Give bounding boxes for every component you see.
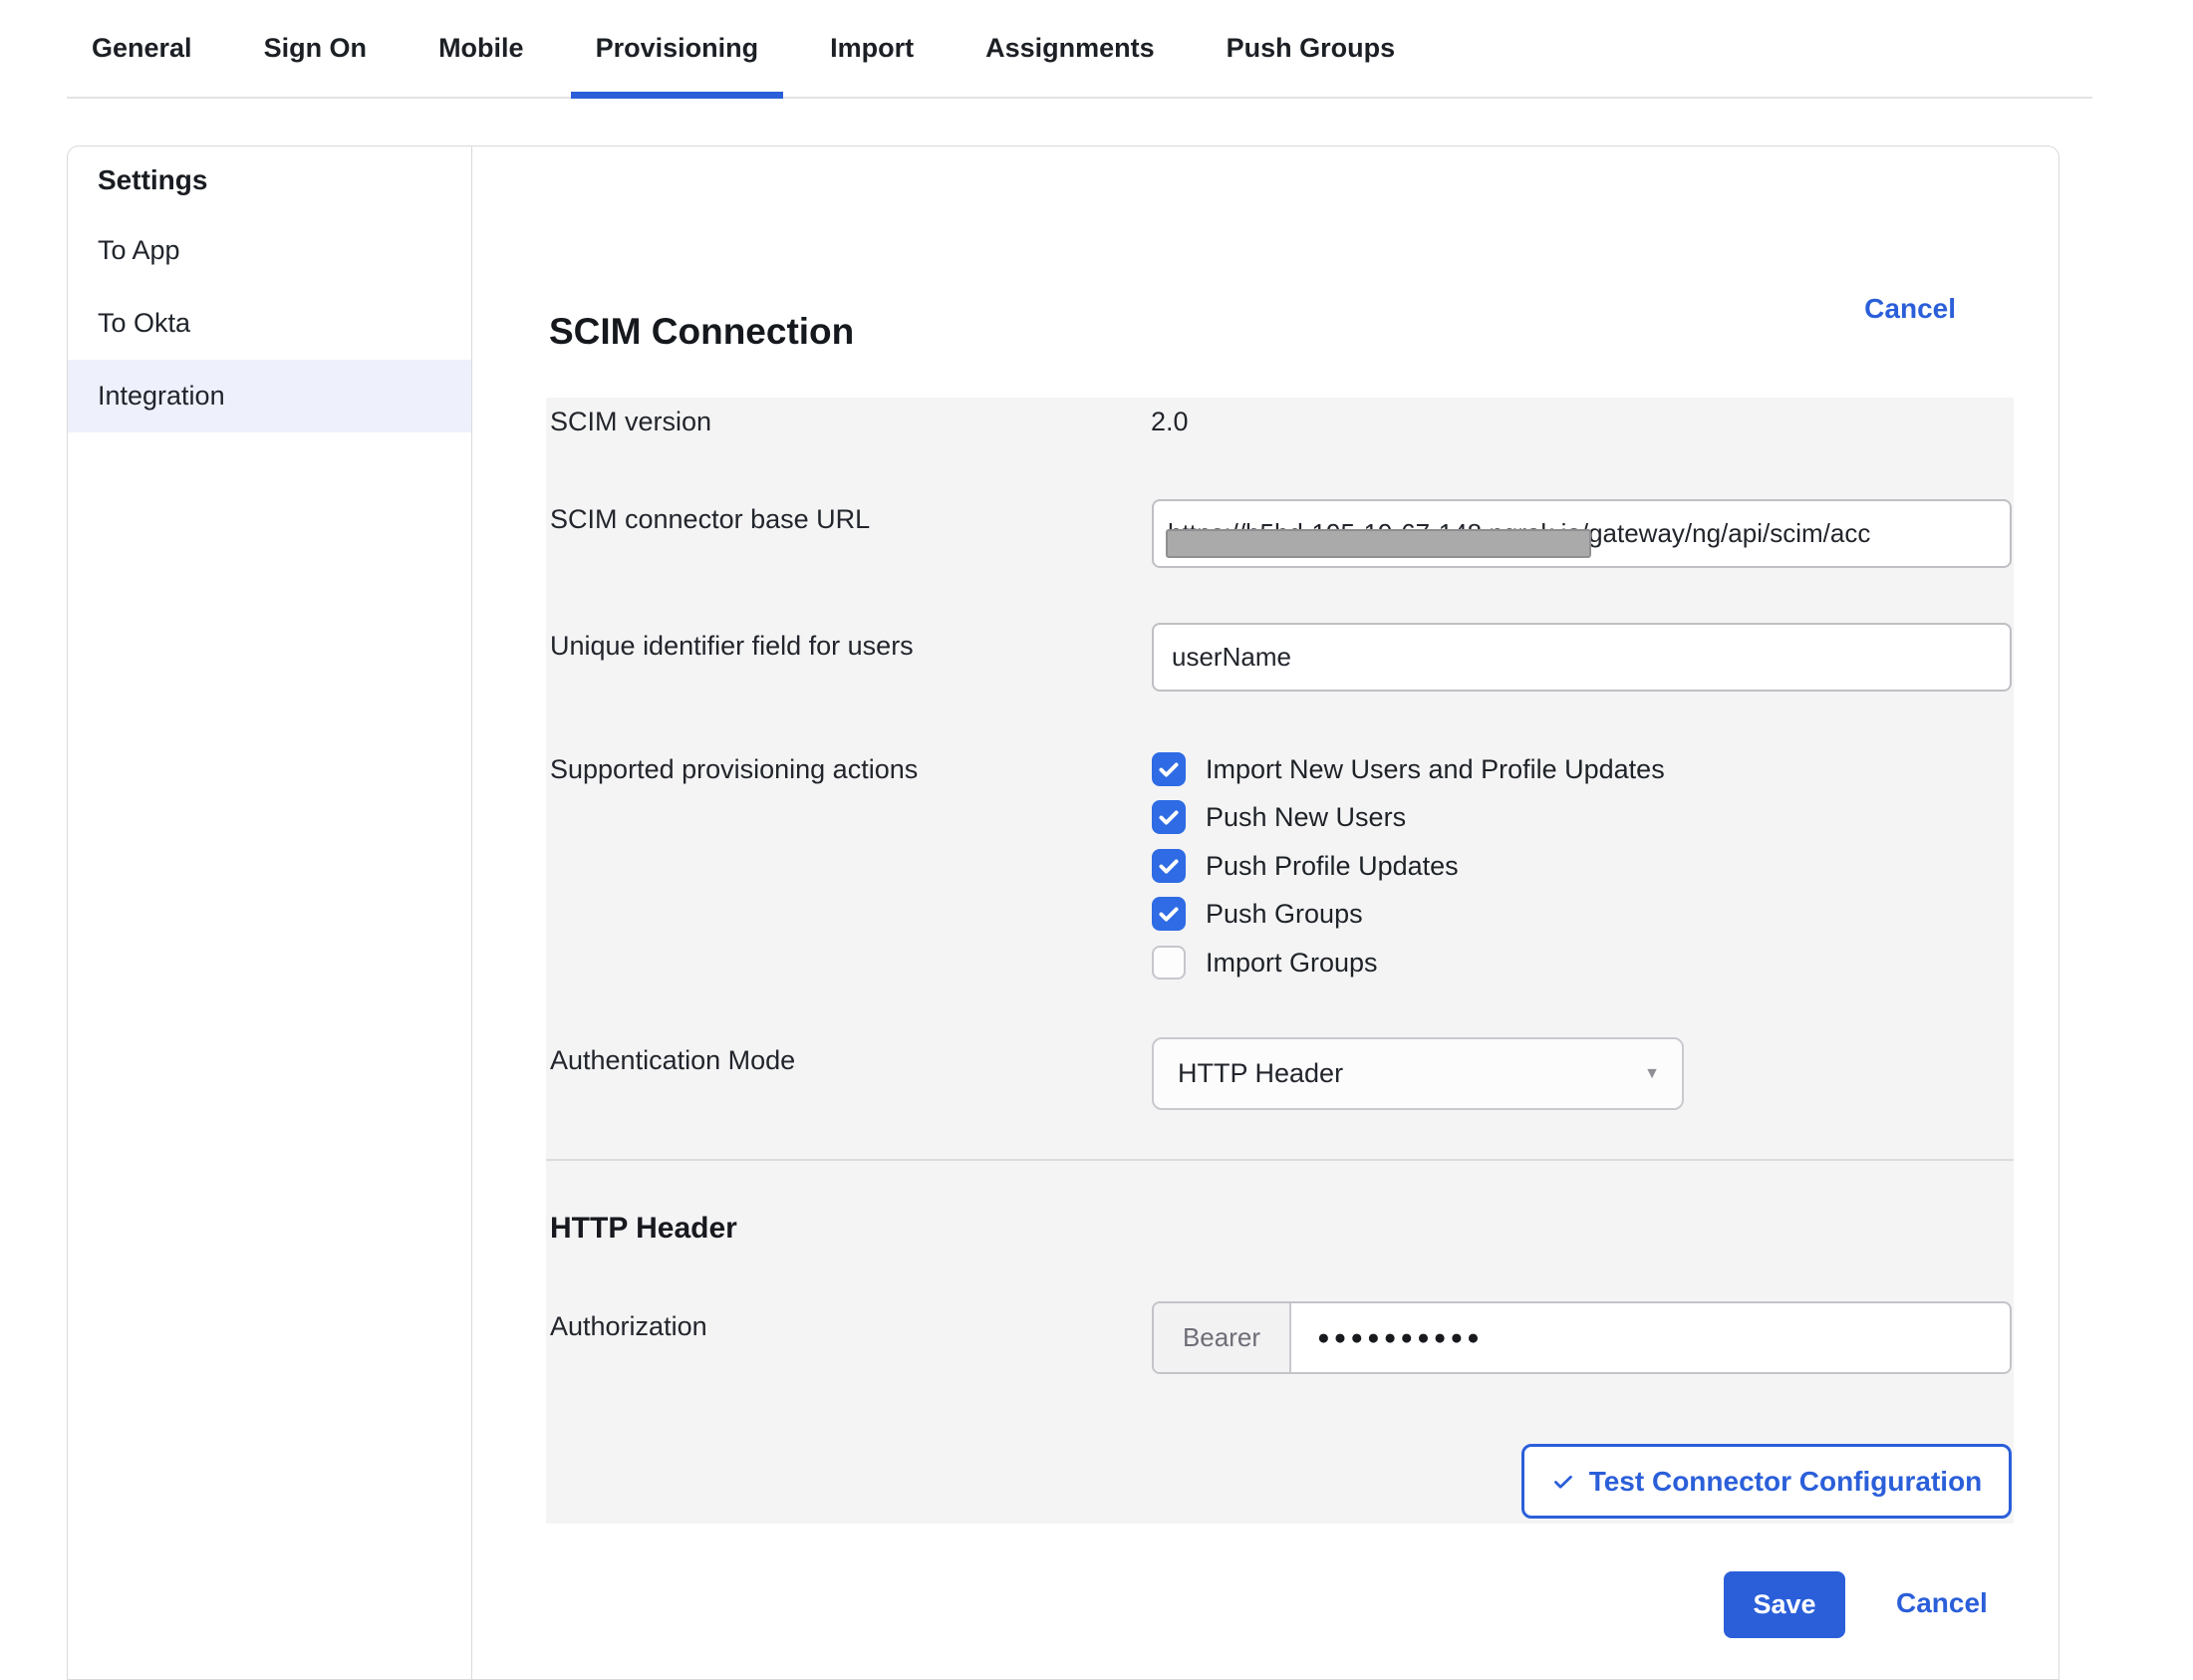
check-icon [1156,804,1182,830]
section-divider [546,1159,2014,1161]
provisioning-actions-label: Supported provisioning actions [550,752,918,786]
tab-push-groups[interactable]: Push Groups [1202,0,1421,97]
auth-mode-select[interactable]: HTTP Header ▼ [1152,1037,1684,1110]
unique-id-value: userName [1172,642,1291,673]
save-button[interactable]: Save [1724,1571,1845,1638]
checkbox-box [1152,897,1186,931]
checkbox-box [1152,752,1186,786]
checkbox-box [1152,946,1186,980]
base-url-input[interactable]: https://h5hd-195-19-67-148.ngrok.io/gate… [1152,499,2012,568]
settings-sidebar: Settings To App To Okta Integration [68,146,472,1679]
authorization-label: Authorization [550,1309,707,1343]
checkbox-push-groups[interactable]: Push Groups [1152,897,1363,931]
base-url-redacted-prefix: https://h5hd-195-19-67-148.ngrok.io [1168,518,1581,549]
tab-import[interactable]: Import [805,0,939,97]
integration-content: SCIM Connection Cancel SCIM version 2.0 … [473,146,2058,1679]
checkbox-label: Import Groups [1206,946,1378,980]
authorization-input-group: Bearer ●●●●●●●●●● [1152,1301,2012,1374]
app-tab-bar: General Sign On Mobile Provisioning Impo… [67,0,2092,99]
check-icon [1156,756,1182,782]
base-url-label: SCIM connector base URL [550,502,870,536]
cancel-link-top[interactable]: Cancel [1864,293,1956,325]
scim-settings-form: SCIM version 2.0 SCIM connector base URL… [546,398,2014,1524]
scim-version-value: 2.0 [1151,405,1189,438]
scim-version-label: SCIM version [550,405,711,438]
check-icon [1156,901,1182,927]
unique-id-input[interactable]: userName [1152,623,2012,692]
cancel-link-bottom[interactable]: Cancel [1896,1587,1988,1619]
tab-assignments[interactable]: Assignments [960,0,1180,97]
unique-id-label: Unique identifier field for users [550,629,914,663]
tab-sign-on[interactable]: Sign On [239,0,393,97]
test-connector-label: Test Connector Configuration [1589,1466,1983,1498]
checkbox-label: Push Groups [1206,897,1363,931]
checkbox-push-profile-updates[interactable]: Push Profile Updates [1152,849,1459,883]
tab-mobile[interactable]: Mobile [413,0,549,97]
check-icon [1551,1470,1575,1494]
test-connector-configuration-button[interactable]: Test Connector Configuration [1521,1444,2012,1519]
sidebar-item-integration[interactable]: Integration [68,360,471,432]
chevron-down-icon: ▼ [1644,1065,1660,1083]
sidebar-item-to-okta[interactable]: To Okta [68,287,471,360]
checkbox-label: Push New Users [1206,800,1406,834]
auth-mode-value: HTTP Header [1178,1058,1343,1089]
tab-general[interactable]: General [67,0,217,97]
provisioning-panel: Settings To App To Okta Integration SCIM… [67,145,2059,1680]
tab-provisioning[interactable]: Provisioning [571,0,784,97]
checkbox-label: Push Profile Updates [1206,849,1459,883]
checkbox-import-new-users[interactable]: Import New Users and Profile Updates [1152,752,1665,786]
checkbox-import-groups[interactable]: Import Groups [1152,946,1378,980]
sidebar-item-to-app[interactable]: To App [68,214,471,287]
bearer-prefix: Bearer [1154,1303,1291,1372]
sidebar-heading: Settings [68,146,471,214]
checkbox-box [1152,800,1186,834]
check-icon [1156,853,1182,879]
page-title: SCIM Connection [549,311,854,353]
base-url-visible-tail: /gateway/ng/api/scim/acc [1581,518,1870,548]
auth-mode-label: Authentication Mode [550,1043,795,1077]
base-url-value: https://h5hd-195-19-67-148.ngrok.io/gate… [1168,518,1870,549]
checkbox-push-new-users[interactable]: Push New Users [1152,800,1406,834]
http-header-heading: HTTP Header [550,1212,737,1246]
checkbox-box [1152,849,1186,883]
authorization-token-input[interactable]: ●●●●●●●●●● [1291,1303,1484,1372]
checkbox-label: Import New Users and Profile Updates [1206,752,1665,786]
